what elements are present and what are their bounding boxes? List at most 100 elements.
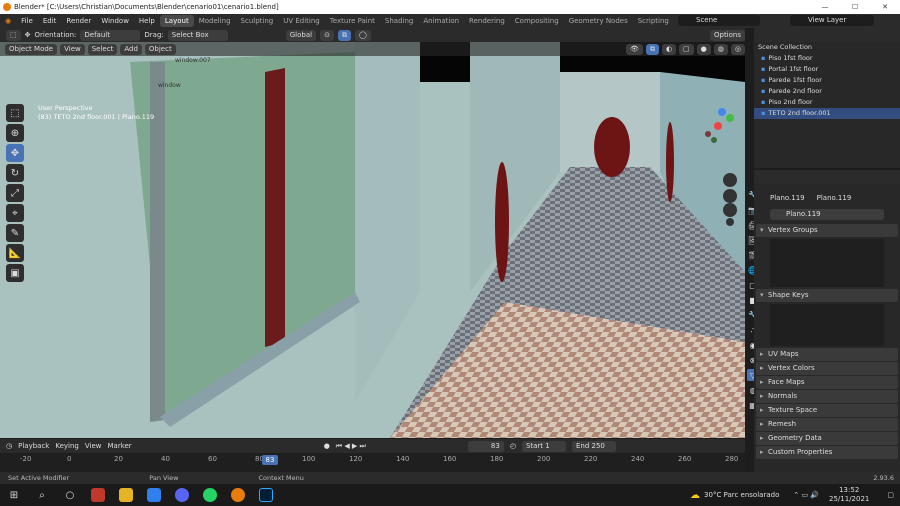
zoom-icon[interactable] (723, 173, 737, 187)
cursor-tool[interactable]: ⊕ (6, 124, 24, 142)
clock[interactable]: 13:52 25/11/2021 (829, 486, 869, 504)
weather-label[interactable]: 30°C Parc ensolarado (704, 491, 779, 499)
blender-taskbar-icon[interactable] (224, 484, 252, 506)
geometry-data-panel[interactable]: Geometry Data (756, 432, 898, 445)
maximize-button[interactable]: ☐ (840, 0, 870, 14)
tab-geometry-nodes[interactable]: Geometry Nodes (564, 15, 633, 27)
blender-menu-icon[interactable]: ◉ (0, 17, 16, 25)
navigation-gizmo[interactable] (700, 106, 742, 226)
scale-tool[interactable]: ⤢ (6, 184, 24, 202)
menu-file[interactable]: File (16, 17, 38, 25)
select-menu[interactable]: Select (87, 43, 118, 55)
select-box-tool[interactable]: ⬚ (6, 104, 24, 122)
mail-icon[interactable] (140, 484, 168, 506)
outliner-item[interactable]: ▪ Piso 2nd floor (754, 97, 900, 108)
tab-animation[interactable]: Animation (418, 15, 464, 27)
mode-dropdown[interactable]: Object Mode (5, 43, 58, 55)
vertex-groups-list[interactable] (770, 239, 884, 287)
view-menu[interactable]: View (60, 43, 85, 55)
playhead[interactable]: 83 (262, 455, 278, 465)
tab-compositing[interactable]: Compositing (510, 15, 564, 27)
snap-toggle[interactable]: ⧉ (337, 29, 351, 41)
add-cube-tool[interactable]: ▣ (6, 264, 24, 282)
ortho-toggle-icon[interactable] (726, 218, 734, 226)
move-tool[interactable]: ✥ (6, 144, 24, 162)
notification-icon[interactable]: ▢ (887, 491, 894, 499)
shape-keys-list[interactable] (770, 304, 884, 346)
proportional-edit[interactable]: ◯ (354, 29, 371, 41)
outliner-item[interactable]: ▪ Portal 1fst floor (754, 64, 900, 75)
overlay-toggle[interactable]: ◐ (661, 43, 677, 55)
select-tool-dropdown[interactable]: ⬚ (6, 29, 21, 41)
add-menu[interactable]: Add (120, 43, 142, 55)
annotate-tool[interactable]: ✎ (6, 224, 24, 242)
face-maps-panel[interactable]: Face Maps (756, 376, 898, 389)
object-menu[interactable]: Object (144, 43, 176, 55)
normals-panel[interactable]: Normals (756, 390, 898, 403)
transform-orientation-dropdown[interactable]: Global (285, 29, 317, 41)
end-frame-field[interactable]: End 250 (571, 440, 616, 452)
drag-dropdown[interactable]: Select Box (167, 29, 228, 41)
outliner-item[interactable]: ▪ Parede 1fst floor (754, 75, 900, 86)
marker-menu[interactable]: Marker (107, 442, 131, 450)
texture-space-panel[interactable]: Texture Space (756, 404, 898, 417)
rotate-tool[interactable]: ↻ (6, 164, 24, 182)
shading-material[interactable]: ◍ (713, 43, 728, 55)
uv-maps-panel[interactable]: UV Maps (756, 348, 898, 361)
close-button[interactable]: ✕ (870, 0, 900, 14)
orientation-dropdown[interactable]: Default (80, 29, 141, 41)
menu-render[interactable]: Render (61, 17, 96, 25)
shading-solid[interactable]: ● (696, 43, 711, 55)
custom-properties-panel[interactable]: Custom Properties (756, 446, 898, 459)
shading-rendered[interactable]: ◎ (730, 43, 745, 55)
remesh-panel[interactable]: Remesh (756, 418, 898, 431)
tab-uv-editing[interactable]: UV Editing (278, 15, 325, 27)
tab-rendering[interactable]: Rendering (464, 15, 510, 27)
vertex-groups-panel[interactable]: Vertex Groups (756, 224, 898, 237)
menu-edit[interactable]: Edit (38, 17, 62, 25)
properties-search[interactable] (754, 170, 900, 184)
gizmo-y-axis[interactable] (726, 114, 734, 122)
transform-tool[interactable]: ⌖ (6, 204, 24, 222)
shape-keys-panel[interactable]: Shape Keys (756, 289, 898, 302)
file-explorer-icon[interactable] (112, 484, 140, 506)
gizmo-toggle[interactable]: ⧉ (645, 43, 659, 55)
whatsapp-icon[interactable] (196, 484, 224, 506)
playback-controls[interactable]: ⏮ ◀ ▶ ⏭ (336, 442, 366, 451)
gizmo-z-axis[interactable] (718, 108, 726, 116)
measure-tool[interactable]: 📐 (6, 244, 24, 262)
tab-scripting[interactable]: Scripting (633, 15, 674, 27)
visibility-icon[interactable]: 👁 (626, 43, 643, 55)
menu-window[interactable]: Window (96, 17, 134, 25)
timeline-view-menu[interactable]: View (85, 442, 102, 450)
tray-icons[interactable]: ⌃ ▭ 🔊 (793, 491, 819, 499)
timeline-ruler[interactable]: -20 0 20 40 60 80 100 120 140 160 180 200 220 240 260 2… (0, 453, 745, 473)
current-frame-field[interactable]: 83 (467, 440, 504, 452)
3d-viewport[interactable]: window window.007 User Perspective (83) … (0, 42, 745, 438)
scene-selector[interactable]: Scene (678, 15, 760, 26)
minimize-button[interactable]: — (810, 0, 840, 14)
menu-help[interactable]: Help (134, 17, 160, 25)
record-button[interactable]: ● (324, 442, 330, 450)
tab-shading[interactable]: Shading (380, 15, 418, 27)
outliner-item[interactable]: ▪ Piso 1fst floor (754, 53, 900, 64)
start-button[interactable]: ⊞ (0, 484, 28, 506)
app-icon-1[interactable] (84, 484, 112, 506)
editor-type-icon[interactable]: ◷ (6, 442, 12, 450)
outliner-item[interactable]: ▪ Parede 2nd floor (754, 86, 900, 97)
gizmo-x-axis[interactable] (714, 122, 722, 130)
options-dropdown[interactable]: Options (709, 29, 745, 41)
discord-icon[interactable] (168, 484, 196, 506)
pivot-dropdown[interactable]: ⊙ (320, 29, 334, 41)
vertex-colors-panel[interactable]: Vertex Colors (756, 362, 898, 375)
start-frame-field[interactable]: Start 1 (521, 440, 566, 452)
camera-view-icon[interactable] (723, 203, 737, 217)
tab-texture-paint[interactable]: Texture Paint (325, 15, 380, 27)
tab-layout[interactable]: Layout (159, 15, 194, 27)
scene-collection-row[interactable]: Scene Collection (754, 42, 900, 53)
outliner-item-selected[interactable]: ▪ TETO 2nd floor.001 (754, 108, 900, 119)
search-icon[interactable]: ⌕ (28, 484, 56, 506)
tab-sculpting[interactable]: Sculpting (236, 15, 279, 27)
tab-modeling[interactable]: Modeling (194, 15, 236, 27)
keying-menu[interactable]: Keying (55, 442, 79, 450)
